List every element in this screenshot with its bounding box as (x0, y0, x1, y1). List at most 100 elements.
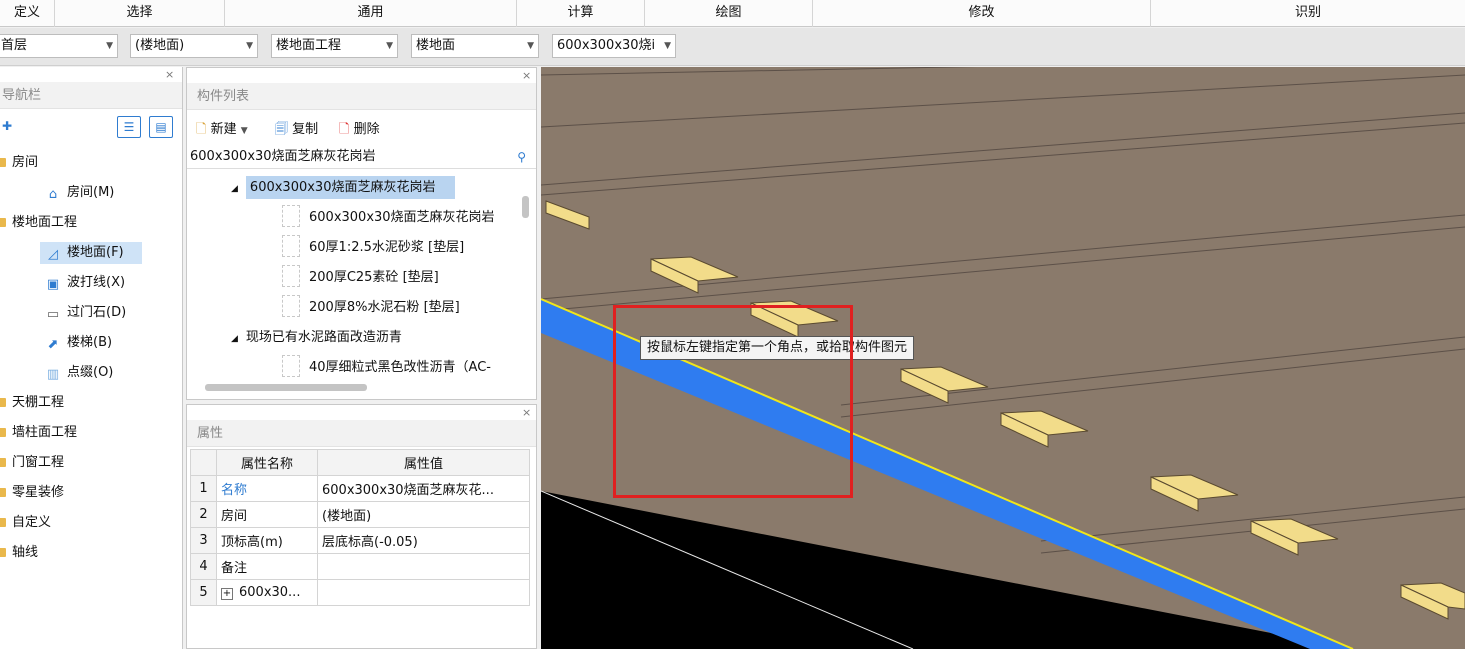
ribbon-group-define[interactable]: 定义 (0, 0, 55, 27)
properties-title: 属性 (187, 420, 536, 447)
item-placeholder-icon (282, 295, 300, 317)
expand-plus-icon[interactable]: + (221, 588, 233, 600)
chevron-down-icon: ▼ (527, 41, 534, 51)
property-name: 600x30... (239, 585, 301, 600)
copy-button-label: 复制 (292, 122, 319, 137)
nav-item-room[interactable]: ⌂ 房间(M) (44, 182, 115, 204)
floor-select[interactable]: 首层 ▼ (0, 34, 118, 58)
delete-button-label: 删除 (353, 122, 380, 137)
component-search-input[interactable]: 600x300x30烧面芝麻灰花岗岩 ⚲ (187, 145, 536, 169)
property-value[interactable]: (楼地面) (317, 501, 530, 528)
folder-icon (0, 158, 6, 167)
nav-item-dot[interactable]: ▥ 点缀(O) (44, 362, 114, 384)
copy-button[interactable]: 🗐 复制 (275, 118, 318, 142)
nav-item-label: 轴线 (12, 545, 39, 560)
new-button-label: 新建 (210, 122, 237, 137)
table-row[interactable]: 5 +600x30... (190, 579, 530, 606)
properties-panel: × 属性 属性名称 属性值 1 名称 600x300x30烧面芝麻灰花... 2… (186, 404, 537, 649)
table-row[interactable]: 4 备注 (190, 553, 530, 580)
ribbon-group-calculate[interactable]: 计算 (517, 0, 645, 27)
property-name: 顶标高(m) (216, 527, 318, 554)
type-select-value: 楼地面 (416, 38, 456, 53)
nav-item-label: 房间(M) (67, 185, 115, 200)
close-icon[interactable]: × (165, 68, 174, 81)
nav-item-stairs[interactable]: ⬈ 楼梯(B) (44, 332, 113, 354)
copy-icon: 🗐 (275, 122, 288, 137)
nav-folder-axis[interactable]: 轴线 (0, 542, 38, 564)
nav-item-label: 墙柱面工程 (12, 425, 78, 440)
tree-leaf-label: 600x300x30烧面芝麻灰花岗岩 (309, 210, 495, 225)
property-value[interactable] (317, 579, 530, 606)
table-row[interactable]: 3 顶标高(m) 层底标高(-0.05) (190, 527, 530, 554)
row-number: 4 (190, 553, 217, 580)
tree-node-expanded[interactable]: ◢ 现场已有水泥路面改造沥青 (231, 325, 402, 351)
tree-leaf-label: 40厚细粒式黑色改性沥青（AC- (309, 360, 491, 375)
border-icon: ▣ (46, 277, 60, 292)
collapse-triangle-icon[interactable]: ◢ (231, 334, 238, 344)
row-number: 1 (190, 475, 217, 502)
tree-node-expanded[interactable]: ◢ 600x300x30烧面芝麻灰花岗岩 (231, 175, 456, 201)
property-value[interactable] (317, 553, 530, 580)
item-placeholder-icon (282, 235, 300, 257)
component-select-value: 600x300x30烧i (557, 38, 656, 53)
nav-item-floor[interactable]: ◿ 楼地面(F) (40, 242, 142, 264)
new-file-icon: 🗋 (196, 122, 207, 137)
table-row[interactable]: 1 名称 600x300x30烧面芝麻灰花... (190, 475, 530, 502)
tree-leaf[interactable]: 60厚1:2.5水泥砂浆 [垫层] (282, 235, 464, 261)
property-name: 备注 (216, 553, 318, 580)
nav-folder-doors[interactable]: 门窗工程 (0, 452, 64, 474)
folder-icon (0, 398, 6, 407)
nav-folder-wall[interactable]: 墙柱面工程 (0, 422, 77, 444)
ribbon-group-general[interactable]: 通用 (225, 0, 517, 27)
nav-item-label: 门窗工程 (12, 455, 65, 470)
nav-item-border[interactable]: ▣ 波打线(X) (44, 272, 125, 294)
folder-icon (0, 458, 6, 467)
close-icon[interactable]: × (522, 69, 531, 82)
search-icon[interactable]: ⚲ (517, 145, 526, 169)
property-name-expandable[interactable]: +600x30... (216, 579, 318, 606)
nav-item-label: 天棚工程 (12, 395, 65, 410)
delete-button[interactable]: 🗋 删除 (339, 118, 380, 142)
ribbon-group-recognize[interactable]: 识别 (1151, 0, 1465, 27)
list-view-icon[interactable]: ☰ (117, 116, 141, 138)
tree-node-label: 现场已有水泥路面改造沥青 (245, 330, 402, 345)
tree-leaf[interactable]: 40厚细粒式黑色改性沥青（AC- (282, 355, 514, 381)
selection-rectangle (613, 305, 853, 498)
vertical-scrollbar[interactable] (522, 196, 529, 218)
nav-folder-misc[interactable]: 零星装修 (0, 482, 64, 504)
property-value[interactable]: 层底标高(-0.05) (317, 527, 530, 554)
collapse-triangle-icon[interactable]: ◢ (231, 184, 238, 194)
property-value[interactable]: 600x300x30烧面芝麻灰花... (317, 475, 530, 502)
nav-folder-ceiling[interactable]: 天棚工程 (0, 392, 64, 414)
new-button[interactable]: 🗋 新建 ▼ (196, 118, 248, 142)
ribbon-group-draw[interactable]: 绘图 (645, 0, 813, 27)
detail-view-icon[interactable]: ▤ (149, 116, 173, 138)
nav-folder-custom[interactable]: 自定义 (0, 512, 51, 534)
property-name: 房间 (216, 501, 318, 528)
folder-icon (0, 518, 6, 527)
tree-leaf[interactable]: 200厚C25素砼 [垫层] (282, 265, 439, 291)
component-select[interactable]: 600x300x30烧i ▼ (552, 34, 676, 58)
horizontal-scrollbar[interactable] (205, 384, 367, 391)
category-select[interactable]: 楼地面工程 ▼ (271, 34, 398, 58)
ribbon-group-select[interactable]: 选择 (55, 0, 225, 27)
room-select[interactable]: (楼地面) ▼ (130, 34, 258, 58)
chevron-down-icon: ▼ (246, 41, 253, 51)
folder-icon (0, 218, 6, 227)
chevron-down-icon: ▼ (106, 41, 113, 51)
category-select-value: 楼地面工程 (276, 38, 342, 53)
close-icon[interactable]: × (522, 406, 531, 419)
nav-item-label: 点缀(O) (67, 365, 114, 380)
tree-leaf[interactable]: 200厚8%水泥石粉 [垫层] (282, 295, 460, 321)
table-row[interactable]: 2 房间 (楼地面) (190, 501, 530, 528)
house-icon: ⌂ (48, 187, 58, 202)
add-icon[interactable]: ✚ (2, 119, 12, 133)
ribbon-group-modify[interactable]: 修改 (813, 0, 1151, 27)
nav-folder-floor-works[interactable]: 楼地面工程 (0, 212, 77, 234)
row-number: 3 (190, 527, 217, 554)
nav-item-threshold[interactable]: ▭ 过门石(D) (44, 302, 126, 324)
nav-item-label: 自定义 (12, 515, 52, 530)
tree-leaf[interactable]: 600x300x30烧面芝麻灰花岗岩 (282, 205, 495, 231)
type-select[interactable]: 楼地面 ▼ (411, 34, 539, 58)
nav-folder-room[interactable]: 房间 (0, 152, 38, 174)
